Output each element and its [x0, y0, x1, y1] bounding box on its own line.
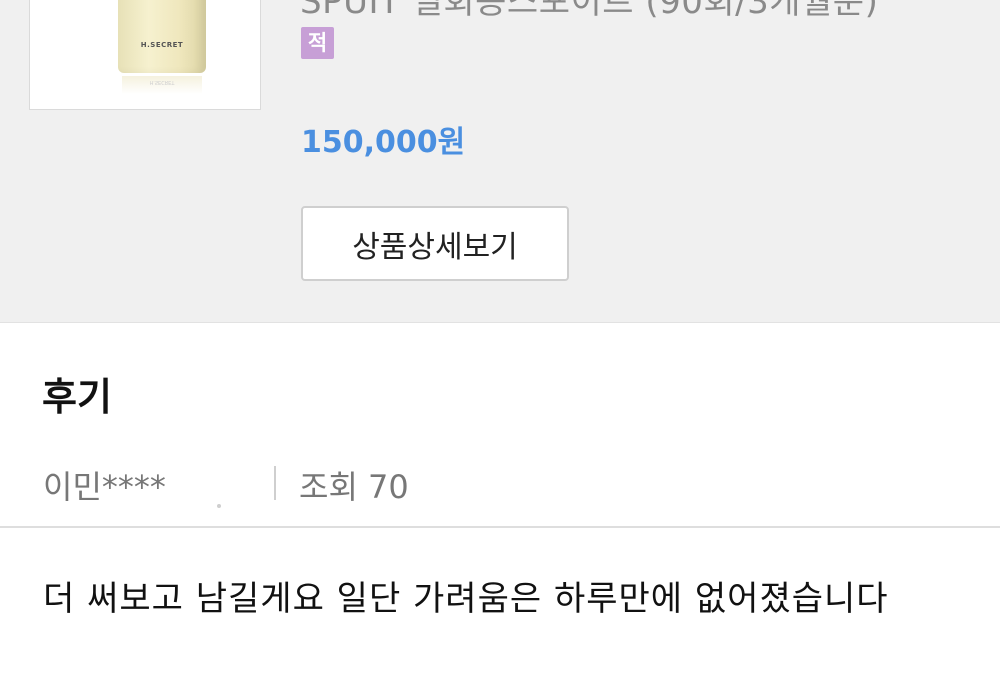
bottle-reflection: H.SECRET [122, 76, 202, 94]
reflection-brand-label: H.SECRET [149, 79, 175, 85]
points-badge: 적 [301, 27, 334, 59]
meta-divider [274, 466, 276, 500]
bottle-graphic: H.SECRET [118, 0, 206, 73]
review-section-title: 후기 [42, 375, 112, 419]
meta-dot [217, 504, 221, 508]
product-card: H.SECRET H.SECRET SPUIT 일회용스포이트 (90회/3개월… [0, 0, 1000, 323]
review-body: 더 써보고 남길게요 일단 가려움은 하루만에 없어졌습니다 [43, 579, 889, 619]
review-author: 이민**** [43, 468, 166, 506]
page: H.SECRET H.SECRET SPUIT 일회용스포이트 (90회/3개월… [0, 0, 1000, 695]
product-price: 150,000원 [301, 125, 466, 160]
bottle-brand-label: H.SECRET [140, 41, 184, 49]
review-view-count: 조회 70 [299, 468, 409, 506]
product-image[interactable]: H.SECRET H.SECRET [29, 0, 261, 110]
section-divider [0, 526, 1000, 528]
view-product-details-button[interactable]: 상품상세보기 [301, 206, 569, 281]
product-name[interactable]: SPUIT 일회용스포이트 (90회/3개월분) [300, 0, 878, 23]
